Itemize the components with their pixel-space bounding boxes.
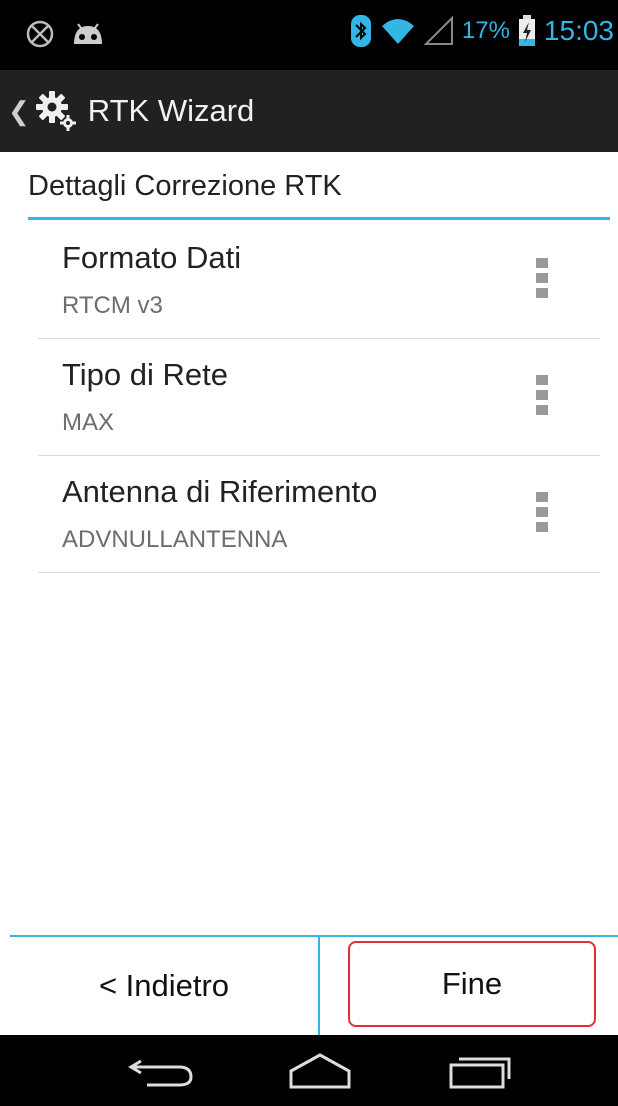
pref-formato-dati[interactable]: Formato Dati RTCM v3 [38, 222, 600, 339]
battery-percent: 17% [461, 17, 510, 44]
home-nav-icon[interactable] [280, 1047, 360, 1095]
wifi-icon [381, 19, 414, 44]
overflow-dots-icon [536, 258, 548, 298]
finish-button[interactable]: Fine [348, 941, 596, 1027]
status-time: 15:03 [543, 15, 614, 46]
action-bar-title: RTK Wizard [87, 93, 255, 128]
pref-tipo-di-rete[interactable]: Tipo di Rete MAX [38, 339, 600, 456]
button-divider [318, 937, 320, 1035]
bluetooth-icon [350, 15, 371, 47]
gears-icon[interactable] [32, 87, 80, 135]
no-location-icon [26, 20, 54, 48]
status-bar: 17% 15:03 [0, 0, 618, 70]
android-debug-icon [74, 23, 102, 44]
signal-icon [423, 16, 453, 45]
status-bar-right: 17% 15:03 [350, 14, 614, 48]
back-button[interactable]: < Indietro [10, 937, 318, 1035]
wizard-button-bar: < Indietro Fine [10, 935, 618, 1035]
preference-list: Formato Dati RTCM v3 Tipo di Rete MAX An… [38, 222, 600, 573]
overflow-dots-icon [536, 375, 548, 415]
pref-title: Antenna di Riferimento [62, 474, 378, 509]
action-bar: ❮ RTK Wizard [0, 70, 618, 152]
pref-summary: RTCM v3 [62, 292, 163, 319]
back-nav-icon[interactable] [122, 1047, 202, 1095]
up-caret-icon[interactable]: ❮ [8, 96, 30, 127]
overflow-dots-icon [536, 492, 548, 532]
status-bar-left [24, 18, 106, 50]
navigation-bar [0, 1035, 618, 1106]
recents-nav-icon[interactable] [440, 1047, 520, 1095]
section-header: Dettagli Correzione RTK [28, 168, 610, 220]
pref-summary: MAX [62, 409, 115, 436]
pref-title: Tipo di Rete [62, 357, 228, 392]
pref-summary: ADVNULLANTENNA [62, 526, 288, 553]
section-title: Dettagli Correzione RTK [28, 170, 342, 202]
pref-title: Formato Dati [62, 240, 242, 275]
pref-antenna-di-riferimento[interactable]: Antenna di Riferimento ADVNULLANTENNA [38, 456, 600, 573]
battery-charging-icon [518, 15, 535, 46]
